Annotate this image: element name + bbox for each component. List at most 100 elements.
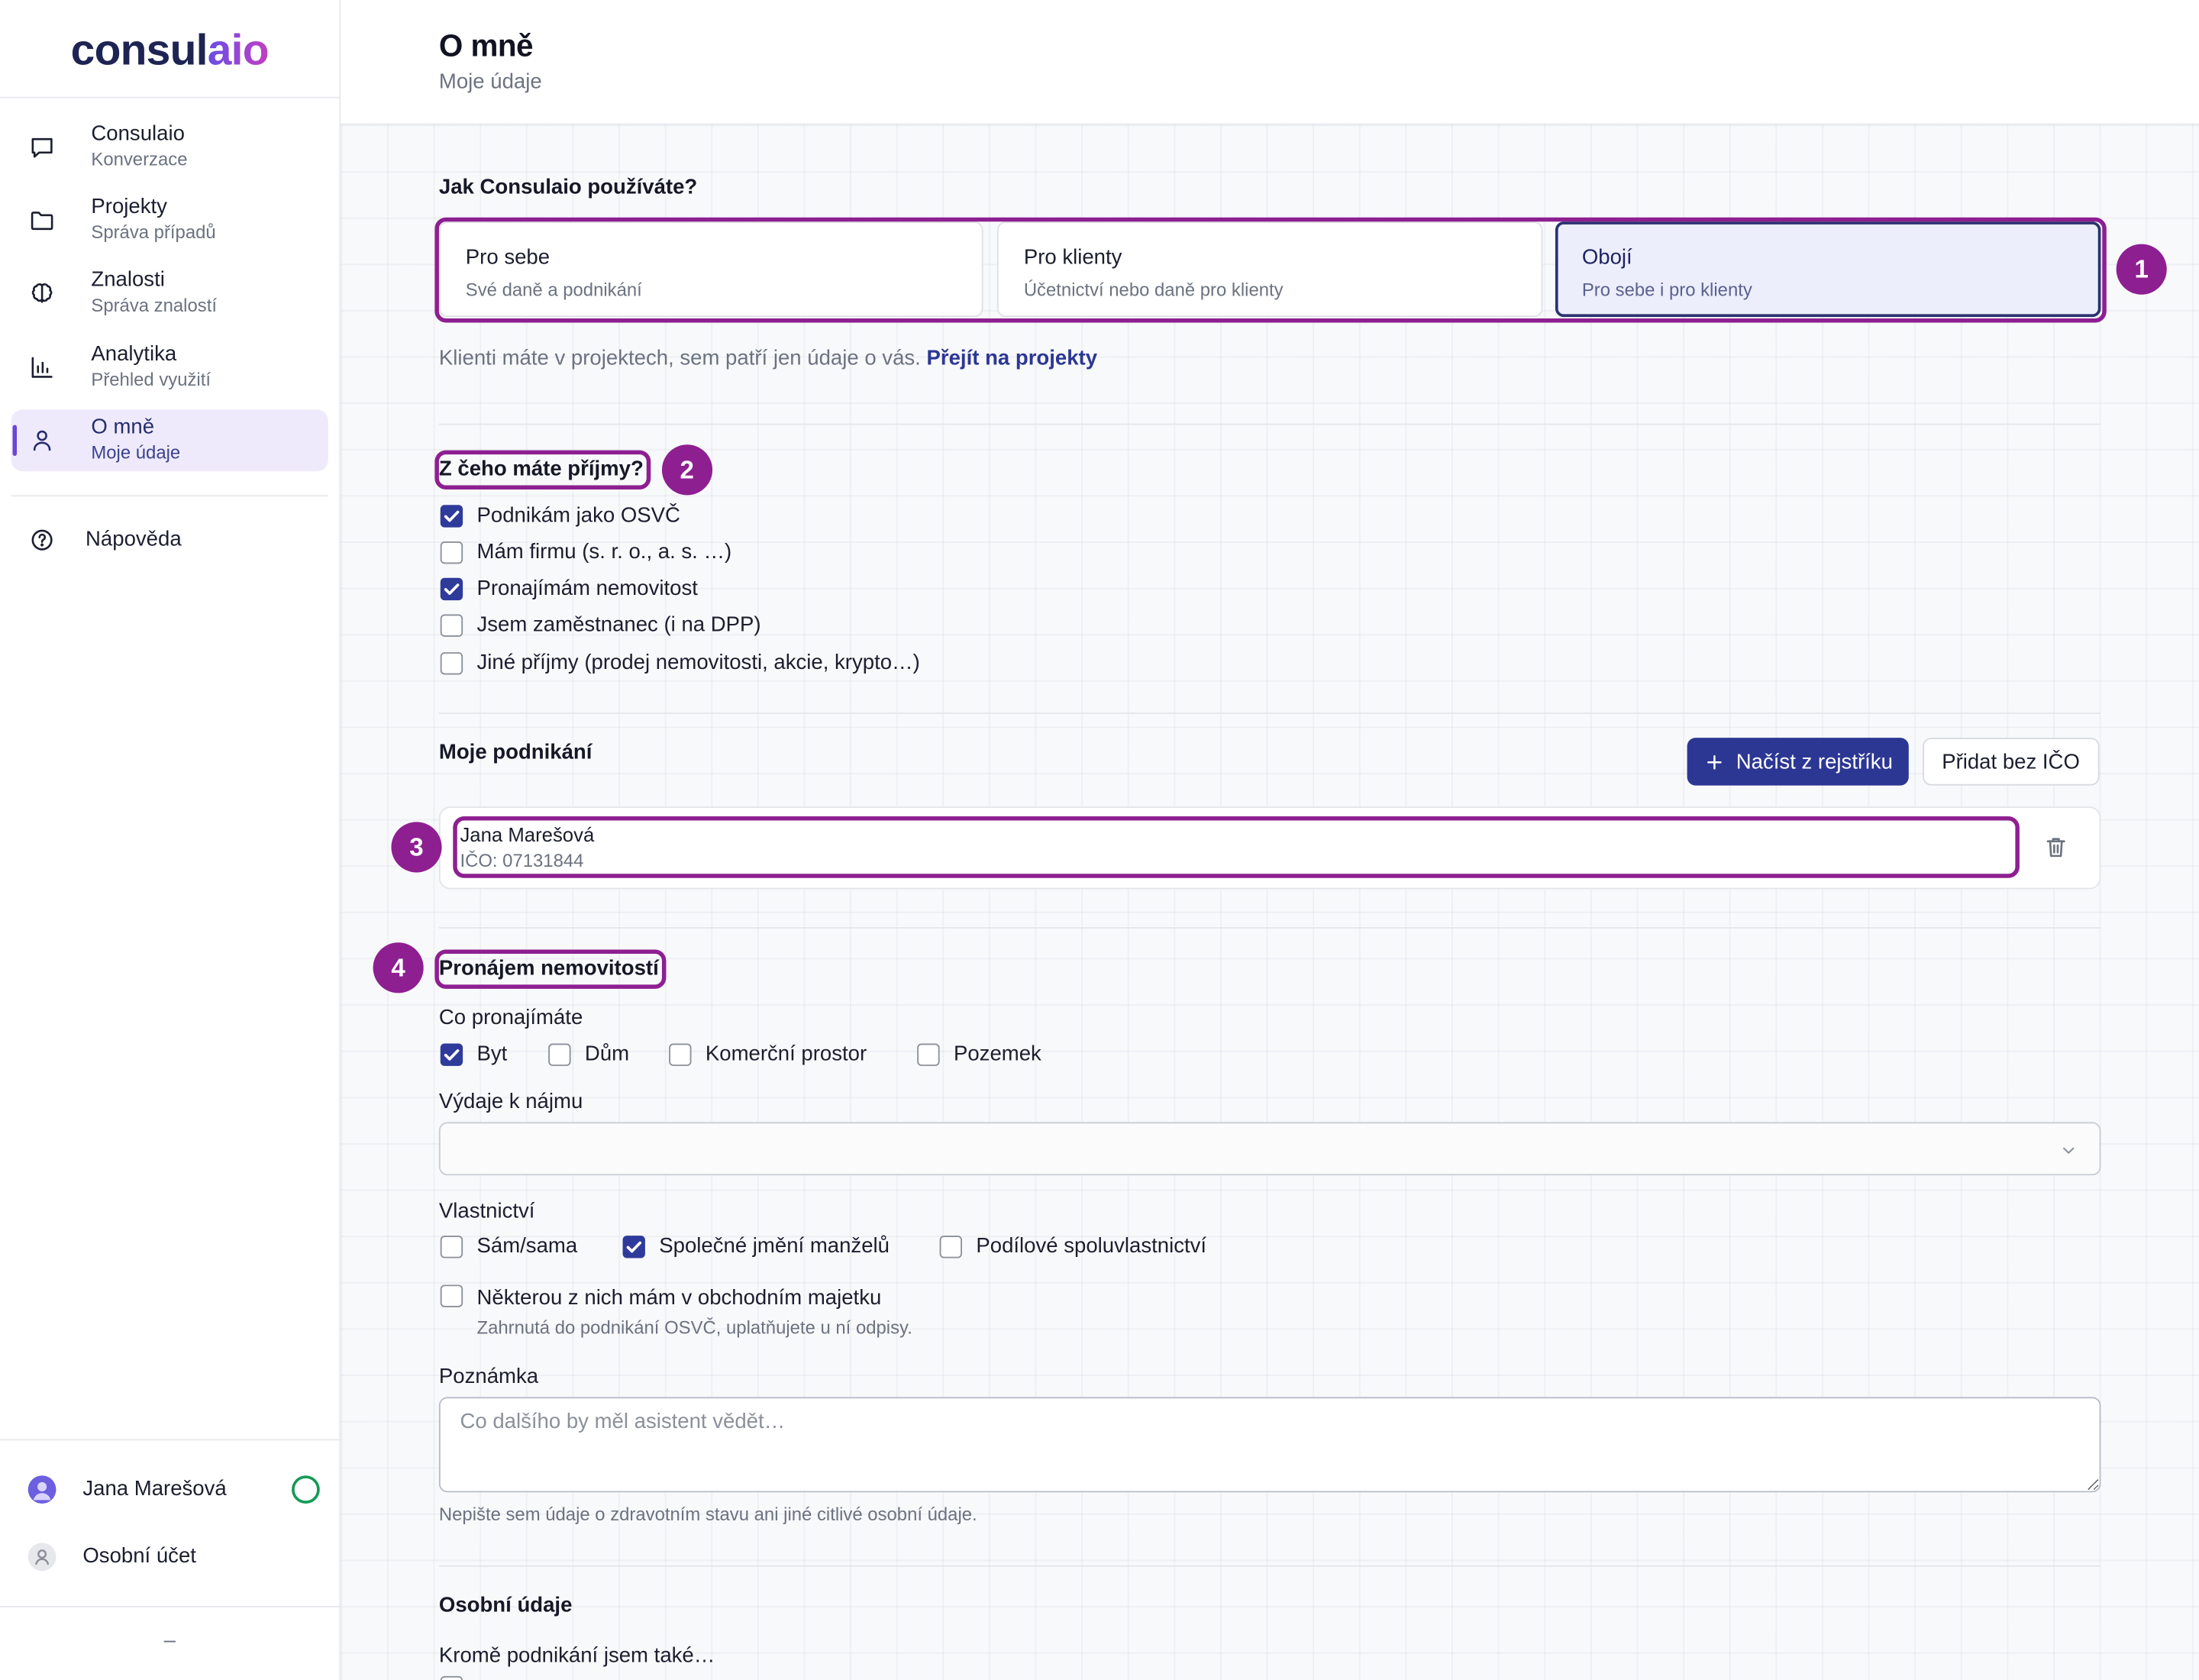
help-circle-icon bbox=[28, 526, 57, 554]
ownership-option[interactable]: Podílové spoluvlastnictví bbox=[939, 1234, 1207, 1259]
annotation-badge-1: 1 bbox=[2116, 244, 2167, 295]
checkbox[interactable] bbox=[917, 1043, 940, 1066]
status-ring-icon bbox=[292, 1475, 320, 1504]
business-asset-option[interactable]: Některou z nich mám v obchodním majetku bbox=[440, 1284, 882, 1310]
income-option[interactable]: Podnikám jako OSVČ bbox=[440, 503, 680, 528]
sidebar-item-znalosti[interactable]: Znalosti Správa znalostí bbox=[11, 262, 328, 324]
option-subtitle: Své daně a podnikání bbox=[465, 279, 642, 301]
load-from-registry-button[interactable]: Načíst z rejstříku bbox=[1687, 738, 1909, 786]
account-link[interactable]: Osobní účet bbox=[0, 1540, 339, 1574]
avatar-icon bbox=[27, 1475, 57, 1504]
sidebar-item-o-mne[interactable]: O mně Moje údaje bbox=[11, 409, 328, 472]
collapse-sidebar-button[interactable]: – bbox=[0, 1627, 339, 1656]
sidebar-item-analytika[interactable]: Analytika Přehled využití bbox=[11, 337, 328, 399]
checkbox[interactable] bbox=[440, 505, 463, 528]
sidebar-item-subtitle: Správa znalostí bbox=[91, 294, 217, 316]
trash-icon[interactable] bbox=[2042, 833, 2070, 861]
sidebar-item-napoveda[interactable]: Nápověda bbox=[11, 520, 328, 559]
sidebar-item-subtitle: Moje údaje bbox=[91, 441, 181, 464]
sidebar: consulaio Consulaio Konverzace Projekty … bbox=[0, 0, 341, 1680]
rental-what-options: Byt Dům Komerční prostor Pozemek bbox=[439, 1042, 2101, 1068]
checkbox[interactable] bbox=[440, 1675, 463, 1680]
income-option[interactable]: Pronajímám nemovitost bbox=[440, 576, 698, 602]
checkbox-label: Některou z nich mám v obchodním majetku bbox=[476, 1286, 882, 1310]
account-label: Osobní účet bbox=[82, 1544, 196, 1569]
ownership-option[interactable]: Společné jmění manželů bbox=[622, 1234, 890, 1259]
sidebar-item-title: Consulaio bbox=[91, 121, 185, 147]
checkbox-label: Pozemek bbox=[953, 1042, 1041, 1066]
logo[interactable]: consulaio bbox=[0, 0, 340, 99]
projects-link[interactable]: Přejít na projekty bbox=[927, 347, 1098, 370]
profile-form: Jak Consulaio používáte? Pro sebe Své da… bbox=[373, 0, 2167, 1680]
business-entry: Jana Marešová IČO: 07131844 bbox=[438, 806, 2101, 890]
rental-expenses-select[interactable] bbox=[438, 1122, 2101, 1176]
rental-what-option[interactable]: Pozemek bbox=[917, 1042, 1041, 1068]
section-divider bbox=[438, 1565, 2101, 1567]
sidebar-item-projekty[interactable]: Projekty Správa případů bbox=[11, 189, 328, 251]
ownership-options: Sám/sama Společné jmění manželů Podílové… bbox=[439, 1234, 2101, 1259]
sidebar-divider bbox=[0, 1439, 340, 1441]
sidebar-item-consulaio[interactable]: Consulaio Konverzace bbox=[11, 116, 328, 178]
logo-accent: aio bbox=[207, 25, 270, 75]
ownership-option[interactable]: Sám/sama bbox=[440, 1234, 577, 1259]
usage-option-pro-klienty[interactable]: Pro klienty Účetnictví nebo daně pro kli… bbox=[996, 221, 1543, 318]
rental-what-label: Co pronajímáte bbox=[438, 1005, 583, 1030]
brain-icon bbox=[28, 279, 57, 308]
checkbox-label: Dům bbox=[584, 1042, 630, 1066]
income-option[interactable]: Mám firmu (s. r. o., a. s. …) bbox=[440, 540, 731, 565]
sidebar-item-subtitle: Správa případů bbox=[91, 221, 216, 243]
checkbox-label: Podnikám jako OSVČ bbox=[476, 503, 680, 528]
option-subtitle: Pro sebe i pro klienty bbox=[1581, 279, 1752, 301]
sidebar-item-title: Analytika bbox=[91, 342, 177, 367]
checkbox[interactable] bbox=[548, 1043, 571, 1066]
rental-expenses-label: Výdaje k nájmu bbox=[438, 1090, 583, 1114]
personal-option[interactable] bbox=[440, 1675, 463, 1680]
section-divider bbox=[438, 927, 2101, 929]
help-label: Nápověda bbox=[86, 527, 182, 551]
checkbox[interactable] bbox=[440, 1236, 463, 1258]
checkbox[interactable] bbox=[440, 614, 463, 637]
section-divider bbox=[438, 712, 2101, 714]
checkbox[interactable] bbox=[440, 577, 463, 601]
user-profile[interactable]: Jana Marešová bbox=[0, 1473, 339, 1507]
rental-what-option[interactable]: Byt bbox=[440, 1042, 507, 1068]
usage-option-pro-sebe[interactable]: Pro sebe Své daně a podnikání bbox=[438, 221, 983, 318]
sidebar-item-subtitle: Přehled využití bbox=[91, 369, 211, 390]
user-name: Jana Marešová bbox=[82, 1477, 227, 1501]
usage-options: Pro sebe Své daně a podnikání Pro klient… bbox=[438, 221, 2101, 318]
checkbox[interactable] bbox=[440, 1043, 463, 1066]
checkbox[interactable] bbox=[440, 1284, 463, 1307]
rental-what-option[interactable]: Dům bbox=[548, 1042, 629, 1068]
income-option[interactable]: Jiné příjmy (prodej nemovitosti, akcie, … bbox=[440, 651, 920, 676]
usage-option-oboji[interactable]: Obojí Pro sebe i pro klienty bbox=[1555, 221, 2101, 318]
checkbox-label: Pronajímám nemovitost bbox=[476, 576, 698, 601]
note-textarea[interactable] bbox=[438, 1397, 2101, 1493]
checkbox[interactable] bbox=[440, 652, 463, 675]
option-title: Pro klienty bbox=[1023, 245, 1122, 270]
checkbox[interactable] bbox=[939, 1236, 963, 1258]
checkbox-label: Komerční prostor bbox=[705, 1042, 867, 1066]
checkbox-label: Podílové spoluvlastnictví bbox=[976, 1234, 1207, 1258]
app-window: consulaio Consulaio Konverzace Projekty … bbox=[0, 0, 2199, 1680]
checkbox[interactable] bbox=[622, 1236, 645, 1258]
sidebar-item-title: O mně bbox=[91, 415, 155, 439]
note-label: Poznámka bbox=[438, 1365, 539, 1389]
income-option[interactable]: Jsem zaměstnanec (i na DPP) bbox=[440, 613, 761, 638]
rental-what-option[interactable]: Komerční prostor bbox=[669, 1042, 867, 1068]
chat-icon bbox=[28, 133, 57, 161]
option-title: Pro sebe bbox=[465, 245, 551, 270]
chevron-down-icon bbox=[2057, 1139, 2079, 1161]
user-icon bbox=[28, 426, 57, 454]
sidebar-divider bbox=[0, 1606, 340, 1607]
checkbox-label: Společné jmění manželů bbox=[659, 1234, 890, 1258]
bar-chart-icon bbox=[28, 354, 57, 382]
income-heading: Z čeho máte příjmy? 2 bbox=[434, 444, 712, 496]
account-icon bbox=[27, 1543, 57, 1572]
income-title: Z čeho máte příjmy? bbox=[434, 450, 651, 490]
annotation-badge-2: 2 bbox=[661, 444, 712, 496]
checkbox[interactable] bbox=[440, 541, 463, 564]
checkbox[interactable] bbox=[669, 1043, 692, 1066]
business-title: Moje podnikání bbox=[438, 740, 593, 765]
sidebar-item-subtitle: Konverzace bbox=[91, 148, 188, 170]
add-without-ico-button[interactable]: Přidat bez IČO bbox=[1922, 738, 2100, 786]
